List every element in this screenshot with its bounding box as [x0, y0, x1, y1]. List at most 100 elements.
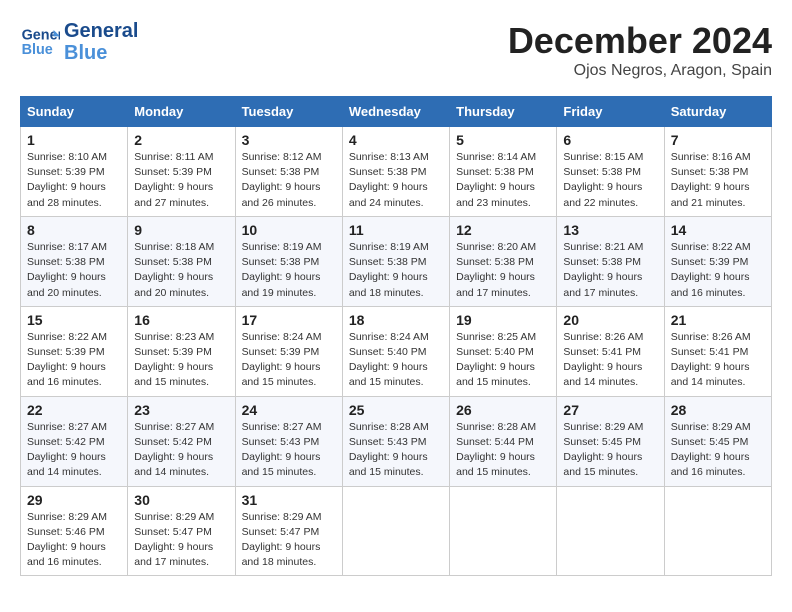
- day-number: 31: [242, 492, 336, 508]
- day-info: Sunrise: 8:27 AMSunset: 5:42 PMDaylight:…: [27, 420, 121, 481]
- calendar-cell: 23 Sunrise: 8:27 AMSunset: 5:42 PMDayligh…: [128, 396, 235, 486]
- day-info: Sunrise: 8:16 AMSunset: 5:38 PMDaylight:…: [671, 150, 765, 211]
- calendar-cell: 25 Sunrise: 8:28 AMSunset: 5:43 PMDayligh…: [342, 396, 449, 486]
- calendar-cell: 11Sunrise: 8:19 AMSunset: 5:38 PMDayligh…: [342, 216, 449, 306]
- week-row-5: 29 Sunrise: 8:29 AMSunset: 5:46 PMDayligh…: [21, 486, 772, 576]
- calendar-cell: 15 Sunrise: 8:22 AMSunset: 5:39 PMDayligh…: [21, 306, 128, 396]
- logo-line1: General: [64, 20, 138, 42]
- calendar-cell: 8Sunrise: 8:17 AMSunset: 5:38 PMDaylight…: [21, 216, 128, 306]
- calendar-cell: [664, 486, 771, 576]
- day-number: 4: [349, 132, 443, 148]
- day-number: 17: [242, 312, 336, 328]
- calendar-cell: 26Sunrise: 8:28 AMSunset: 5:44 PMDayligh…: [450, 396, 557, 486]
- header-wednesday: Wednesday: [342, 97, 449, 127]
- calendar-cell: 13Sunrise: 8:21 AMSunset: 5:38 PMDayligh…: [557, 216, 664, 306]
- day-info: Sunrise: 8:24 AMSunset: 5:39 PMDaylight:…: [242, 330, 336, 391]
- day-number: 9: [134, 222, 228, 238]
- day-info: Sunrise: 8:19 AMSunset: 5:38 PMDaylight:…: [349, 240, 443, 301]
- calendar-cell: [342, 486, 449, 576]
- week-row-2: 8Sunrise: 8:17 AMSunset: 5:38 PMDaylight…: [21, 216, 772, 306]
- header-sunday: Sunday: [21, 97, 128, 127]
- logo-line2: Blue: [64, 42, 138, 64]
- day-info: Sunrise: 8:29 AMSunset: 5:45 PMDaylight:…: [563, 420, 657, 481]
- calendar-cell: 1Sunrise: 8:10 AMSunset: 5:39 PMDaylight…: [21, 127, 128, 217]
- day-info: Sunrise: 8:29 AMSunset: 5:46 PMDaylight:…: [27, 510, 121, 571]
- calendar-cell: 5 Sunrise: 8:14 AMSunset: 5:38 PMDaylight…: [450, 127, 557, 217]
- day-number: 20: [563, 312, 657, 328]
- page-header: General Blue General Blue December 2024 …: [20, 20, 772, 80]
- day-number: 5: [456, 132, 550, 148]
- calendar-cell: 22 Sunrise: 8:27 AMSunset: 5:42 PMDayligh…: [21, 396, 128, 486]
- day-info: Sunrise: 8:28 AMSunset: 5:43 PMDaylight:…: [349, 420, 443, 481]
- day-info: Sunrise: 8:15 AMSunset: 5:38 PMDaylight:…: [563, 150, 657, 211]
- calendar-cell: 6 Sunrise: 8:15 AMSunset: 5:38 PMDaylight…: [557, 127, 664, 217]
- day-info: Sunrise: 8:17 AMSunset: 5:38 PMDaylight:…: [27, 240, 121, 301]
- day-number: 25: [349, 402, 443, 418]
- day-info: Sunrise: 8:11 AMSunset: 5:39 PMDaylight:…: [134, 150, 228, 211]
- day-number: 21: [671, 312, 765, 328]
- day-info: Sunrise: 8:27 AMSunset: 5:42 PMDaylight:…: [134, 420, 228, 481]
- day-info: Sunrise: 8:14 AMSunset: 5:38 PMDaylight:…: [456, 150, 550, 211]
- day-info: Sunrise: 8:20 AMSunset: 5:38 PMDaylight:…: [456, 240, 550, 301]
- calendar-table: SundayMondayTuesdayWednesdayThursdayFrid…: [20, 96, 772, 576]
- calendar-cell: 16 Sunrise: 8:23 AMSunset: 5:39 PMDayligh…: [128, 306, 235, 396]
- calendar-cell: 17 Sunrise: 8:24 AMSunset: 5:39 PMDayligh…: [235, 306, 342, 396]
- calendar-cell: 21Sunrise: 8:26 AMSunset: 5:41 PMDayligh…: [664, 306, 771, 396]
- day-number: 6: [563, 132, 657, 148]
- day-number: 15: [27, 312, 121, 328]
- day-info: Sunrise: 8:19 AMSunset: 5:38 PMDaylight:…: [242, 240, 336, 301]
- day-number: 28: [671, 402, 765, 418]
- calendar-cell: [557, 486, 664, 576]
- week-row-1: 1Sunrise: 8:10 AMSunset: 5:39 PMDaylight…: [21, 127, 772, 217]
- calendar-cell: 12 Sunrise: 8:20 AMSunset: 5:38 PMDayligh…: [450, 216, 557, 306]
- day-info: Sunrise: 8:29 AMSunset: 5:47 PMDaylight:…: [242, 510, 336, 571]
- day-number: 3: [242, 132, 336, 148]
- day-number: 10: [242, 222, 336, 238]
- calendar-cell: 19 Sunrise: 8:25 AMSunset: 5:40 PMDayligh…: [450, 306, 557, 396]
- day-info: Sunrise: 8:10 AMSunset: 5:39 PMDaylight:…: [27, 150, 121, 211]
- day-number: 22: [27, 402, 121, 418]
- calendar-cell: 18Sunrise: 8:24 AMSunset: 5:40 PMDayligh…: [342, 306, 449, 396]
- day-info: Sunrise: 8:22 AMSunset: 5:39 PMDaylight:…: [27, 330, 121, 391]
- day-info: Sunrise: 8:27 AMSunset: 5:43 PMDaylight:…: [242, 420, 336, 481]
- day-number: 7: [671, 132, 765, 148]
- day-number: 29: [27, 492, 121, 508]
- day-number: 16: [134, 312, 228, 328]
- calendar-cell: 29 Sunrise: 8:29 AMSunset: 5:46 PMDayligh…: [21, 486, 128, 576]
- day-number: 13: [563, 222, 657, 238]
- day-number: 30: [134, 492, 228, 508]
- logo: General Blue General Blue: [20, 20, 138, 64]
- calendar-cell: 20 Sunrise: 8:26 AMSunset: 5:41 PMDayligh…: [557, 306, 664, 396]
- day-info: Sunrise: 8:23 AMSunset: 5:39 PMDaylight:…: [134, 330, 228, 391]
- day-info: Sunrise: 8:18 AMSunset: 5:38 PMDaylight:…: [134, 240, 228, 301]
- day-info: Sunrise: 8:12 AMSunset: 5:38 PMDaylight:…: [242, 150, 336, 211]
- calendar-cell: 7 Sunrise: 8:16 AMSunset: 5:38 PMDaylight…: [664, 127, 771, 217]
- calendar-cell: 14Sunrise: 8:22 AMSunset: 5:39 PMDayligh…: [664, 216, 771, 306]
- day-info: Sunrise: 8:22 AMSunset: 5:39 PMDaylight:…: [671, 240, 765, 301]
- calendar-header-row: SundayMondayTuesdayWednesdayThursdayFrid…: [21, 97, 772, 127]
- calendar-cell: 28 Sunrise: 8:29 AMSunset: 5:45 PMDayligh…: [664, 396, 771, 486]
- day-info: Sunrise: 8:26 AMSunset: 5:41 PMDaylight:…: [563, 330, 657, 391]
- page-title: December 2024: [508, 20, 772, 62]
- day-number: 19: [456, 312, 550, 328]
- day-info: Sunrise: 8:13 AMSunset: 5:38 PMDaylight:…: [349, 150, 443, 211]
- day-info: Sunrise: 8:29 AMSunset: 5:47 PMDaylight:…: [134, 510, 228, 571]
- header-friday: Friday: [557, 97, 664, 127]
- day-number: 23: [134, 402, 228, 418]
- day-number: 27: [563, 402, 657, 418]
- calendar-cell: 2 Sunrise: 8:11 AMSunset: 5:39 PMDaylight…: [128, 127, 235, 217]
- day-info: Sunrise: 8:25 AMSunset: 5:40 PMDaylight:…: [456, 330, 550, 391]
- calendar-cell: 4 Sunrise: 8:13 AMSunset: 5:38 PMDaylight…: [342, 127, 449, 217]
- day-info: Sunrise: 8:29 AMSunset: 5:45 PMDaylight:…: [671, 420, 765, 481]
- day-number: 12: [456, 222, 550, 238]
- title-block: December 2024 Ojos Negros, Aragon, Spain: [508, 20, 772, 80]
- logo-icon: General Blue: [20, 22, 60, 62]
- day-number: 2: [134, 132, 228, 148]
- header-monday: Monday: [128, 97, 235, 127]
- calendar-cell: 24Sunrise: 8:27 AMSunset: 5:43 PMDayligh…: [235, 396, 342, 486]
- day-info: Sunrise: 8:24 AMSunset: 5:40 PMDaylight:…: [349, 330, 443, 391]
- week-row-3: 15 Sunrise: 8:22 AMSunset: 5:39 PMDayligh…: [21, 306, 772, 396]
- header-saturday: Saturday: [664, 97, 771, 127]
- day-info: Sunrise: 8:28 AMSunset: 5:44 PMDaylight:…: [456, 420, 550, 481]
- calendar-cell: [450, 486, 557, 576]
